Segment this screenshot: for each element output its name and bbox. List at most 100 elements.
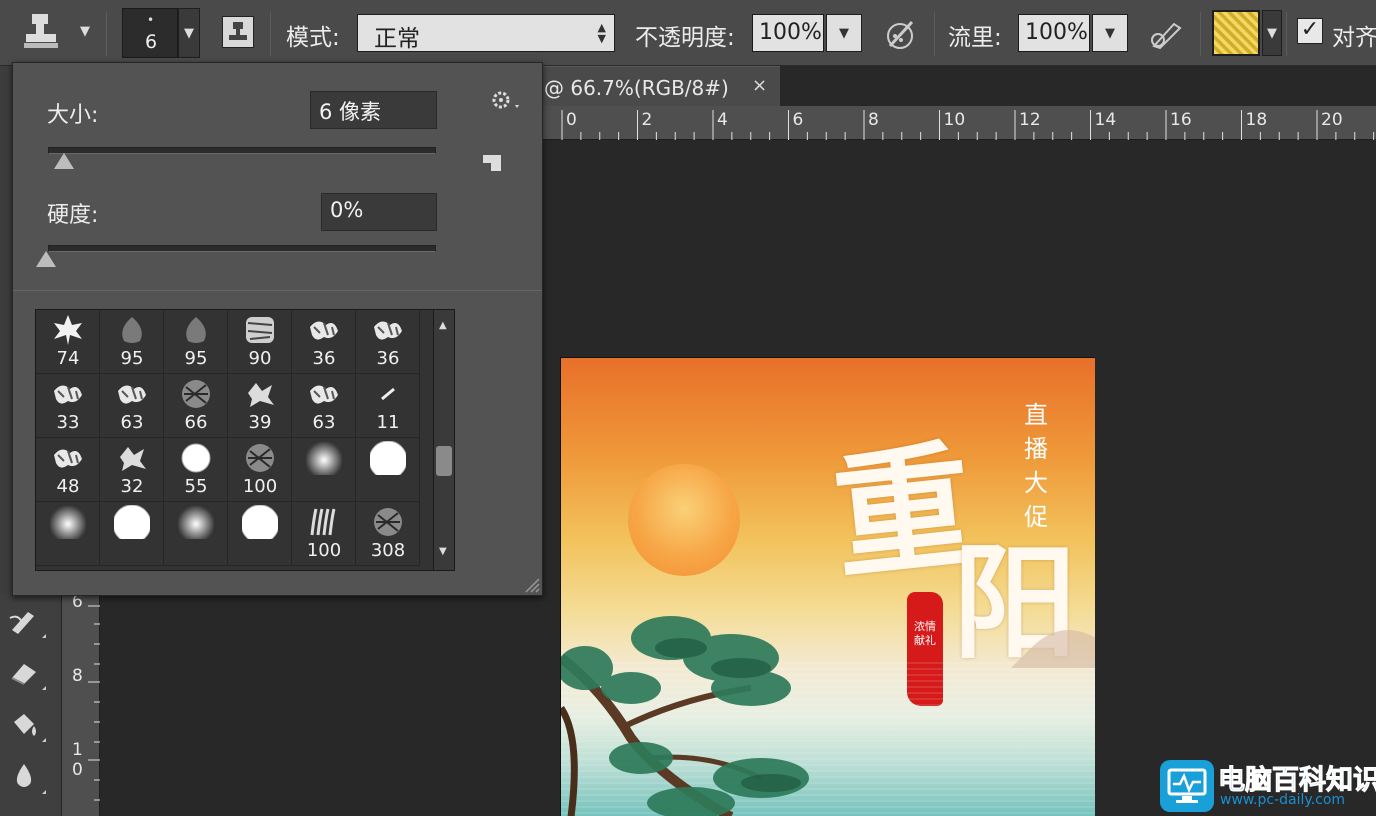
brush-preset-grass-scatter[interactable]: 63 bbox=[292, 374, 356, 438]
ruler-label: 0 bbox=[566, 110, 577, 130]
size-value: 6 像素 bbox=[319, 100, 382, 124]
monitor-logo-icon bbox=[1160, 760, 1214, 812]
ruler-label: 10 bbox=[943, 110, 966, 130]
brush-size-label: 90 bbox=[248, 348, 272, 369]
brush-preset-textured[interactable]: 308 bbox=[356, 502, 420, 566]
brush-size-label: 100 bbox=[242, 476, 278, 497]
brush-shape-icon bbox=[368, 440, 408, 480]
brush-preset-leaf[interactable]: 95 bbox=[100, 310, 164, 374]
brush-size-label: 100 bbox=[306, 540, 342, 561]
close-tab-icon[interactable]: × bbox=[752, 75, 767, 96]
mode-select[interactable]: 正常 ▲ ▼ bbox=[357, 14, 615, 52]
ruler-horizontal[interactable]: 0 2 4 6 8 10 12 14 16 18 20 bbox=[540, 106, 1376, 140]
brush-shape-icon bbox=[49, 505, 87, 543]
brush-size-label: 32 bbox=[120, 476, 144, 497]
size-slider-track[interactable] bbox=[48, 147, 436, 154]
brush-shape-icon bbox=[114, 441, 150, 475]
brush-shape-icon bbox=[240, 504, 280, 544]
brush-shape-icon bbox=[114, 377, 150, 411]
pattern-dropdown[interactable]: ▼ bbox=[1262, 10, 1282, 56]
clone-stamp-icon[interactable] bbox=[22, 12, 66, 52]
opacity-value: 100% bbox=[759, 20, 822, 45]
pine-tree-graphic bbox=[561, 616, 1095, 816]
canvas-artwork[interactable]: 重 阳 直播大促 浓情献礼 bbox=[560, 357, 1095, 816]
toggle-clone-source-icon[interactable] bbox=[222, 16, 254, 48]
flow-dropdown[interactable]: ▼ bbox=[1092, 14, 1128, 52]
new-preset-icon[interactable] bbox=[479, 151, 505, 175]
brush-preset-splatter[interactable]: 39 bbox=[228, 374, 292, 438]
blur-drop-icon[interactable] bbox=[8, 760, 40, 792]
brush-preset-hard-round-large[interactable] bbox=[228, 502, 292, 566]
brush-preset-soft-round[interactable] bbox=[164, 502, 228, 566]
hardness-slider-track[interactable] bbox=[48, 245, 436, 252]
eraser-icon[interactable] bbox=[8, 656, 40, 688]
brush-preset-scatter-textured[interactable]: 90 bbox=[228, 310, 292, 374]
brush-preset-textured[interactable]: 66 bbox=[164, 374, 228, 438]
pressure-opacity-icon[interactable] bbox=[882, 16, 918, 52]
hardness-input[interactable]: 0% bbox=[321, 193, 437, 231]
brush-preset-splatter[interactable]: 32 bbox=[100, 438, 164, 502]
brush-preset-hard-round-large[interactable] bbox=[356, 438, 420, 502]
airbrush-icon[interactable] bbox=[1148, 16, 1186, 52]
opacity-input[interactable]: 100% bbox=[752, 14, 824, 52]
ruler-label: 18 bbox=[1245, 110, 1268, 130]
size-input[interactable]: 6 像素 bbox=[310, 91, 437, 129]
paint-bucket-icon[interactable] bbox=[8, 708, 40, 740]
brush-preset-hard-round[interactable]: 55 bbox=[164, 438, 228, 502]
brush-preset-grass-scatter[interactable]: 36 bbox=[356, 310, 420, 374]
align-checkbox[interactable]: ✓ bbox=[1297, 18, 1323, 44]
chevron-down-icon: ▼ bbox=[1105, 25, 1115, 41]
brush-preset-grass-scatter[interactable]: 36 bbox=[292, 310, 356, 374]
brush-size-label: 63 bbox=[120, 412, 144, 433]
resize-grip-icon[interactable] bbox=[524, 577, 540, 593]
brush-shape-icon bbox=[112, 504, 152, 544]
hardness-slider-thumb[interactable] bbox=[36, 251, 56, 267]
brush-preset-soft-round[interactable] bbox=[36, 502, 100, 566]
align-label: 对齐 bbox=[1332, 25, 1376, 51]
brush-dot-icon: • bbox=[147, 13, 155, 27]
brush-shape-icon bbox=[370, 377, 406, 411]
brush-preset-dropdown[interactable]: ▼ bbox=[178, 8, 200, 58]
size-slider-thumb[interactable] bbox=[53, 153, 74, 169]
ruler-label: 12 bbox=[1019, 110, 1041, 130]
brush-preset-hard-round-large[interactable] bbox=[100, 502, 164, 566]
brush-preset-soft-round[interactable] bbox=[292, 438, 356, 502]
brush-shape-icon bbox=[177, 505, 215, 543]
brush-shape-icon bbox=[306, 377, 342, 411]
opacity-dropdown[interactable]: ▼ bbox=[826, 14, 862, 52]
brush-preset-textured[interactable]: 100 bbox=[228, 438, 292, 502]
tool-preset-dropdown[interactable]: ▼ bbox=[80, 24, 90, 39]
ruler-label: 8 bbox=[868, 110, 879, 130]
scroll-down-icon[interactable]: ▼ bbox=[439, 546, 447, 557]
tool-flyout-indicator bbox=[42, 790, 46, 794]
flow-label: 流里: bbox=[948, 25, 1002, 51]
document-tab[interactable]: @ 66.7%(RGB/8#) × bbox=[540, 66, 780, 106]
brush-grid-scrollbar[interactable]: ▲ ▼ bbox=[433, 309, 455, 571]
brush-size-label: 95 bbox=[120, 348, 144, 369]
scroll-up-icon[interactable]: ▲ bbox=[439, 320, 447, 331]
brush-preset-bristle[interactable]: 100 bbox=[292, 502, 356, 566]
brush-preset-leaf[interactable]: 95 bbox=[164, 310, 228, 374]
brush-preset-grass-scatter[interactable]: 63 bbox=[100, 374, 164, 438]
brush-shape-icon bbox=[50, 441, 86, 475]
brush-preset-grass-scatter[interactable]: 33 bbox=[36, 374, 100, 438]
brush-preset-dash[interactable]: 11 bbox=[356, 374, 420, 438]
ruler-label: 4 bbox=[717, 110, 728, 130]
scroll-thumb[interactable] bbox=[436, 446, 452, 476]
brush-size-label: 63 bbox=[312, 412, 336, 433]
brush-preset-grass-scatter[interactable]: 48 bbox=[36, 438, 100, 502]
smudge-brush-icon[interactable] bbox=[8, 604, 40, 636]
gear-icon[interactable] bbox=[487, 87, 523, 115]
opacity-label: 不透明度: bbox=[635, 25, 735, 51]
brush-size-readout: 6 bbox=[145, 31, 158, 53]
ruler-vertical[interactable]: 6 8 1 0 bbox=[62, 592, 100, 816]
brush-size-label: 39 bbox=[248, 412, 272, 433]
flow-input[interactable]: 100% bbox=[1018, 14, 1090, 52]
pattern-swatch-icon[interactable] bbox=[1212, 10, 1260, 56]
brush-preset-maple-leaf[interactable]: 74 bbox=[36, 310, 100, 374]
brush-preset-picker[interactable]: • 6 bbox=[122, 8, 178, 58]
brush-size-label: 308 bbox=[370, 540, 406, 561]
ruler-ticks bbox=[88, 605, 100, 801]
brush-size-label: 48 bbox=[56, 476, 80, 497]
chevron-down-icon: ▼ bbox=[1267, 25, 1277, 41]
